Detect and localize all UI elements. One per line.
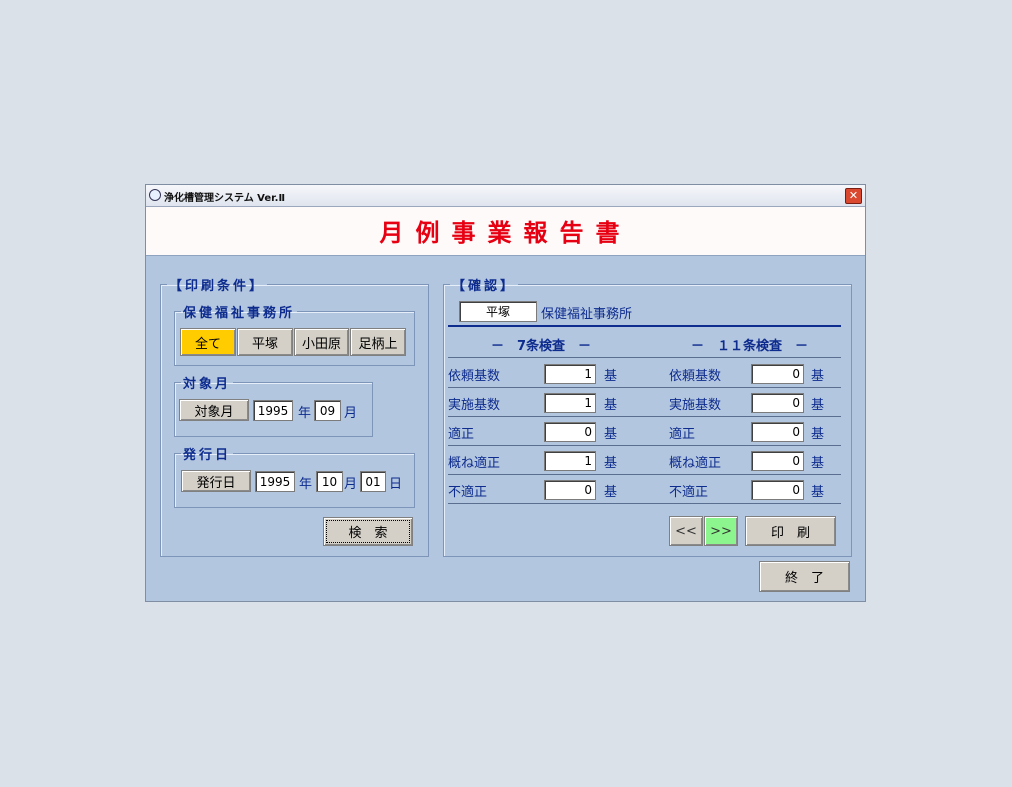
unit-label: 基: [604, 427, 618, 442]
row-label-mostly-proper: 概ね適正: [448, 456, 501, 471]
row-label-requested-11: 依頼基数: [669, 369, 722, 384]
target-month-field[interactable]: 09: [314, 400, 341, 421]
next-button[interactable]: >>: [704, 516, 738, 546]
row-requested-7: 1: [544, 364, 596, 384]
row-label-improper-11: 不適正: [669, 485, 709, 500]
confirm-office-field: 平塚: [459, 301, 537, 322]
app-window: 浄化槽管理システム Ver.Ⅱ ✕ 月例事業報告書 【印刷条件】 保健福祉事務所…: [145, 184, 866, 602]
target-month-legend: 対象月: [183, 377, 232, 392]
office-ashigarakami-button[interactable]: 足柄上: [350, 328, 406, 356]
confirm-office-suffix: 保健福祉事務所: [541, 307, 633, 322]
issue-day-field[interactable]: 01: [360, 471, 386, 492]
target-month-unit: 月: [344, 406, 358, 421]
issue-year-field[interactable]: 1995: [255, 471, 295, 492]
row-label-improper: 不適正: [448, 485, 488, 500]
office-legend: 保健福祉事務所: [183, 306, 296, 321]
row-requested-11: 0: [751, 364, 804, 384]
row-label-proper-11: 適正: [669, 427, 696, 442]
row-performed-7: 1: [544, 393, 596, 413]
row-divider: [448, 474, 841, 475]
target-year-field[interactable]: 1995: [253, 400, 293, 421]
target-year-unit: 年: [298, 406, 312, 421]
issue-date-button[interactable]: 発行日: [181, 470, 251, 492]
title-bar: 浄化槽管理システム Ver.Ⅱ ✕: [146, 185, 865, 207]
exit-button[interactable]: 終 了: [759, 561, 850, 592]
row-proper-11: 0: [751, 422, 804, 442]
row-improper-11: 0: [751, 480, 804, 500]
header-divider: [448, 325, 841, 327]
row-proper-7: 0: [544, 422, 596, 442]
unit-label: 基: [604, 398, 618, 413]
issue-month-field[interactable]: 10: [316, 471, 343, 492]
unit-label: 基: [811, 456, 825, 471]
window-title: 浄化槽管理システム Ver.Ⅱ: [164, 193, 286, 204]
row-performed-11: 0: [751, 393, 804, 413]
row-label-performed: 実施基数: [448, 398, 501, 413]
row-divider: [448, 445, 841, 446]
row-mostly-proper-7: 1: [544, 451, 596, 471]
print-button[interactable]: 印 刷: [745, 516, 836, 546]
office-odawara-button[interactable]: 小田原: [294, 328, 349, 356]
row-improper-7: 0: [544, 480, 596, 500]
unit-label: 基: [811, 485, 825, 500]
header-bar: 月例事業報告書: [146, 207, 865, 256]
office-hiratsuka-button[interactable]: 平塚: [237, 328, 293, 356]
row-label-proper: 適正: [448, 427, 475, 442]
app-icon: [149, 189, 161, 201]
row-label-mostly-proper-11: 概ね適正: [669, 456, 722, 471]
col7-title: － 7条検査 －: [491, 339, 592, 354]
office-all-button[interactable]: 全て: [180, 328, 236, 356]
row-divider: [448, 357, 841, 358]
row-divider: [448, 503, 841, 504]
unit-label: 基: [604, 456, 618, 471]
close-button[interactable]: ✕: [845, 188, 862, 204]
issue-month-unit: 月: [344, 477, 358, 492]
confirm-legend: 【確認】: [452, 279, 517, 294]
search-button[interactable]: 検 索: [323, 517, 413, 546]
unit-label: 基: [811, 398, 825, 413]
target-month-button[interactable]: 対象月: [179, 399, 249, 421]
issue-date-legend: 発行日: [183, 448, 232, 463]
page-title: 月例事業報告書: [379, 219, 632, 247]
row-label-requested: 依頼基数: [448, 369, 501, 384]
row-mostly-proper-11: 0: [751, 451, 804, 471]
unit-label: 基: [604, 485, 618, 500]
issue-year-unit: 年: [299, 477, 313, 492]
unit-label: 基: [604, 369, 618, 384]
row-label-performed-11: 実施基数: [669, 398, 722, 413]
prev-button[interactable]: <<: [669, 516, 703, 546]
print-conditions-legend: 【印刷条件】: [169, 279, 266, 294]
row-divider: [448, 416, 841, 417]
unit-label: 基: [811, 427, 825, 442]
unit-label: 基: [811, 369, 825, 384]
col11-title: － １１条検査 －: [691, 339, 809, 354]
row-divider: [448, 387, 841, 388]
issue-day-unit: 日: [389, 477, 403, 492]
